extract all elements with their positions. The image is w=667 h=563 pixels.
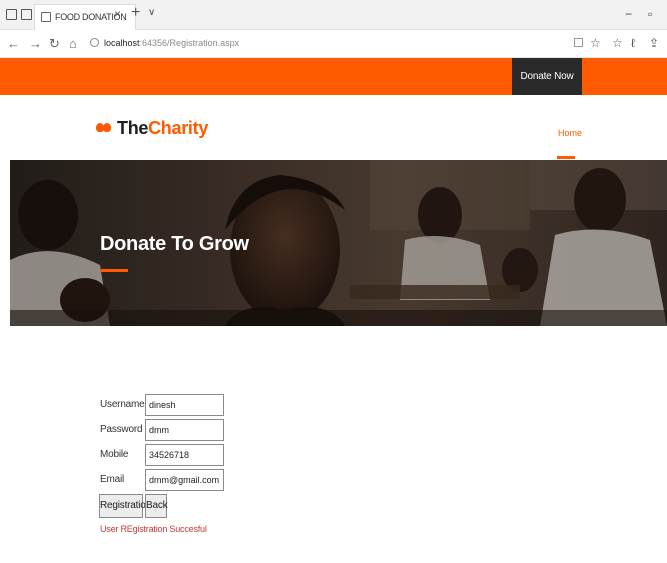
hero-title: Donate To Grow (100, 233, 249, 255)
username-input[interactable] (145, 394, 224, 416)
username-label: Username (100, 399, 145, 410)
reading-view-icon[interactable] (574, 38, 583, 47)
donate-now-button[interactable]: Donate Now (512, 58, 582, 95)
nav-active-indicator (557, 156, 575, 159)
logo-icon (96, 122, 112, 135)
back-button[interactable]: ← (7, 36, 20, 51)
favorites-bar-icon[interactable]: ☆ (612, 36, 623, 50)
mobile-label: Mobile (100, 449, 129, 460)
page-favicon-icon (41, 12, 51, 22)
email-label: Email (100, 474, 125, 485)
browser-address-bar: ← → ↻ ⌂ localhost:64356/Registration.asp… (0, 30, 667, 58)
tab-dropdown-icon[interactable]: ∨ (148, 7, 155, 18)
tab-preview-icon[interactable] (6, 9, 17, 20)
email-input[interactable] (145, 469, 224, 491)
site-info-icon[interactable] (90, 38, 99, 47)
new-tab-button[interactable]: + (131, 4, 140, 22)
status-message: User REgistration Succesful (100, 524, 207, 534)
browser-tab-bar: FOOD DONATION × + ∨ − ▫ (0, 0, 667, 30)
share-icon[interactable]: ⇪ (649, 36, 659, 50)
home-button[interactable]: ⌂ (69, 36, 77, 51)
favorite-star-icon[interactable]: ☆ (590, 36, 601, 50)
maximize-button[interactable]: ▫ (648, 7, 652, 21)
mobile-input[interactable] (145, 444, 224, 466)
url-field[interactable]: localhost:64356/Registration.aspx (104, 38, 239, 48)
logo-text-charity: Charity (148, 118, 209, 138)
pen-icon[interactable]: ℓ (631, 36, 635, 50)
refresh-button[interactable]: ↻ (49, 36, 60, 52)
forward-button[interactable]: → (29, 36, 42, 51)
back-button-form[interactable]: Back (145, 494, 168, 518)
password-input[interactable] (145, 419, 224, 441)
nav-home-link[interactable]: Home (558, 128, 582, 138)
minimize-button[interactable]: − (625, 7, 632, 21)
registration-button[interactable]: Registration (99, 494, 151, 518)
site-logo[interactable]: The Charity (96, 118, 208, 139)
tab-close-button[interactable]: × (114, 7, 121, 21)
password-label: Password (100, 424, 143, 435)
tab-aside-icon[interactable] (21, 9, 32, 20)
logo-text-the: The (117, 118, 149, 138)
hero-title-underline (100, 269, 128, 272)
